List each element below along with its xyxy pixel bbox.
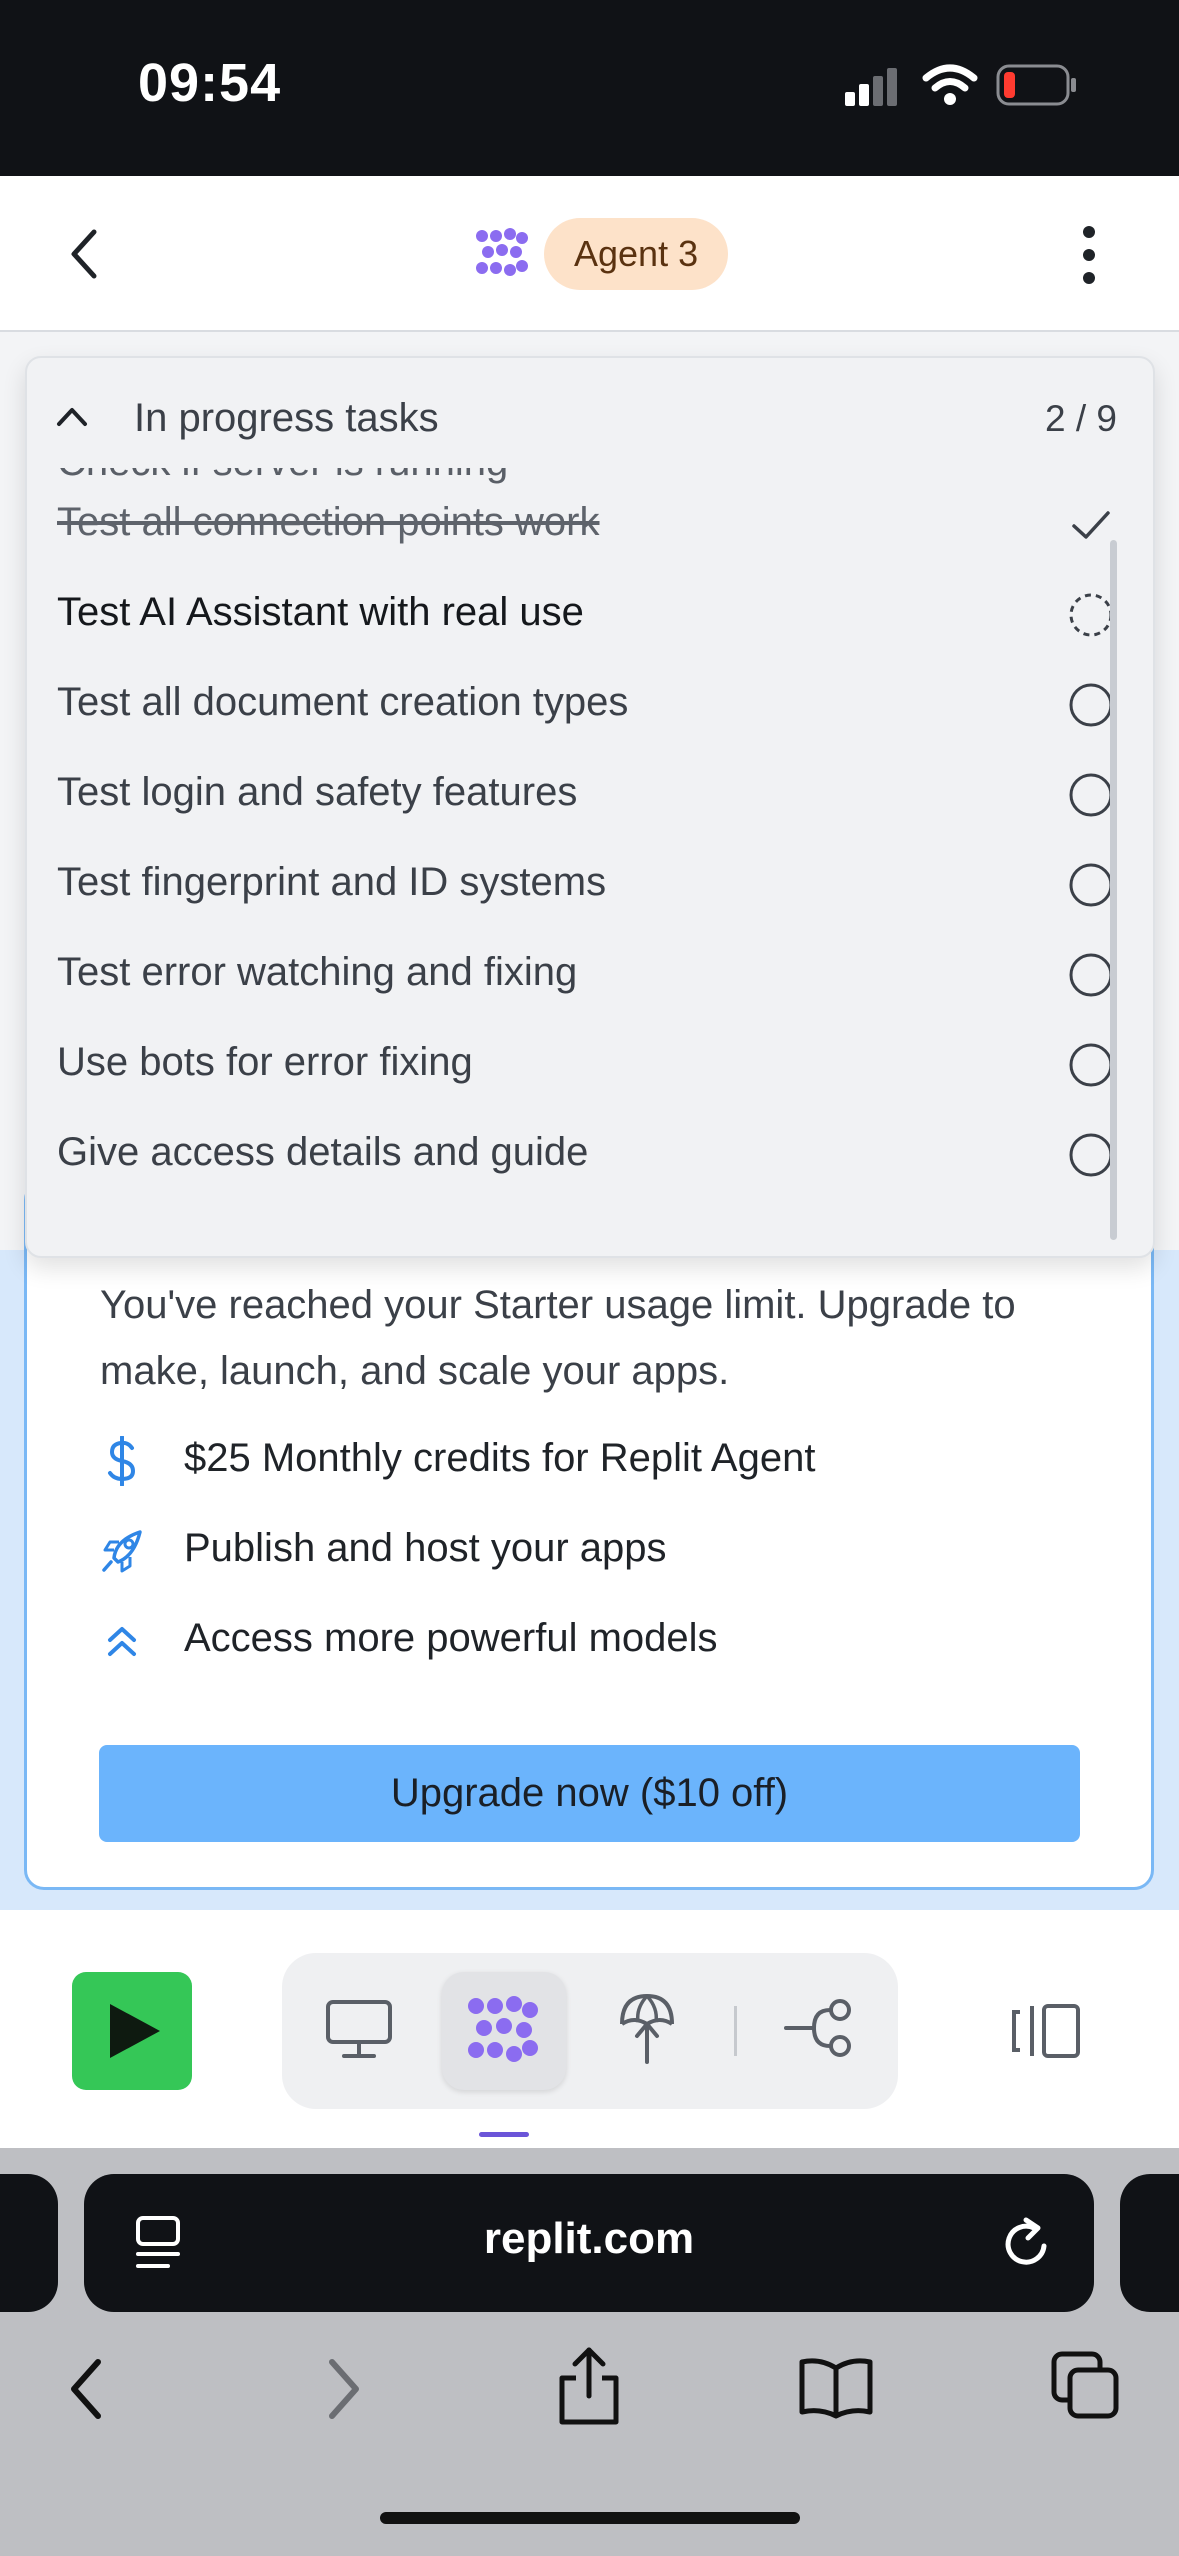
active-tab-indicator [479,2132,529,2137]
checkmark-icon [1072,511,1110,539]
previous-tab-edge[interactable] [0,2174,58,2312]
usage-limit-message: You've reached your Starter usage limit.… [100,1283,1016,1393]
url-text[interactable]: replit.com [84,2214,1094,2264]
reload-icon[interactable] [1000,2214,1056,2274]
task-label: Use bots for error fixing [57,1040,473,1084]
task-label: Test error watching and fixing [57,950,578,994]
next-tab-edge[interactable] [1120,2174,1179,2312]
task-label: Test all document creation types [57,680,629,724]
feature-label: $25 Monthly credits for Replit Agent [184,1436,816,1480]
task-label: Test AI Assistant with real use [57,590,584,634]
task-label: Test login and safety features [57,770,578,814]
back-chevron-icon[interactable] [64,226,104,282]
upgrade-now-button[interactable]: Upgrade now ($10 off) [99,1745,1080,1842]
agent-tab-icon[interactable] [466,1994,542,2066]
collapse-chevron-icon[interactable] [55,404,89,428]
tasks-panel: In progress tasks 2 / 9 Check if server … [25,356,1155,1258]
feature-label: Access more powerful models [184,1616,718,1660]
share-icon[interactable] [554,2344,624,2428]
task-item[interactable]: Test all document creation types [57,658,1142,748]
feature-label: Publish and host your apps [184,1526,667,1570]
task-item[interactable]: Test login and safety features [57,748,1142,838]
switcher-divider [734,2006,737,2056]
more-options-icon[interactable] [1072,224,1106,286]
battery-icon [996,64,1076,106]
feature-item-publish: Publish and host your apps [100,1518,1100,1588]
play-icon [110,2004,160,2058]
cellular-signal-icon [845,68,897,106]
task-item[interactable]: Test all connection points work [57,478,1142,568]
bookmarks-book-icon[interactable] [798,2354,874,2420]
pending-circle-icon [1069,683,1113,727]
double-chevron-up-icon [108,1627,136,1656]
pending-circle-icon [1069,1043,1113,1087]
task-item[interactable]: Give access details and guide [57,1108,1142,1198]
browser-back-icon[interactable] [64,2356,108,2422]
task-label: Give access details and guide [57,1130,589,1174]
tasks-panel-title[interactable]: In progress tasks [134,396,439,441]
browser-forward-icon[interactable] [322,2356,366,2422]
feature-item-credits: $25 Monthly credits for Replit Agent [100,1428,1100,1498]
feature-item-models: Access more powerful models [100,1608,1100,1678]
agent-version-badge[interactable]: Agent 3 [544,218,729,290]
pending-circle-icon [1069,1133,1113,1177]
tasks-progress-count: 2 / 9 [1045,398,1117,439]
status-time: 09:54 [138,53,282,113]
home-indicator [380,2512,800,2524]
git-branch-icon[interactable] [784,1998,856,2060]
task-item[interactable]: Test error watching and fixing [57,928,1142,1018]
wifi-icon [922,64,978,105]
preview-monitor-icon[interactable] [324,1996,394,2062]
task-item[interactable]: Test fingerprint and ID systems [57,838,1142,928]
task-item[interactable]: Test AI Assistant with real use [57,568,1142,658]
task-label: Test fingerprint and ID systems [57,860,607,904]
run-button[interactable] [72,1972,192,2090]
panels-layout-icon[interactable] [1010,2002,1082,2060]
task-item[interactable]: Use bots for error fixing [57,1018,1142,1108]
pending-circle-icon [1069,863,1113,907]
tabs-overview-icon[interactable] [1050,2350,1122,2422]
rocket-icon [102,1530,142,1573]
tasks-list[interactable]: Check if server is running Test all conn… [27,468,1153,1256]
pending-circle-icon [1069,953,1113,997]
tasks-scrollbar[interactable] [1110,540,1117,1240]
agent-logo-icon [476,228,528,276]
pending-circle-icon [1069,773,1113,817]
dollar-icon [108,1436,136,1486]
task-label: Test all connection points work [57,500,600,544]
publish-globe-icon[interactable] [616,1990,678,2066]
in-progress-dashed-circle-icon [1069,593,1113,637]
